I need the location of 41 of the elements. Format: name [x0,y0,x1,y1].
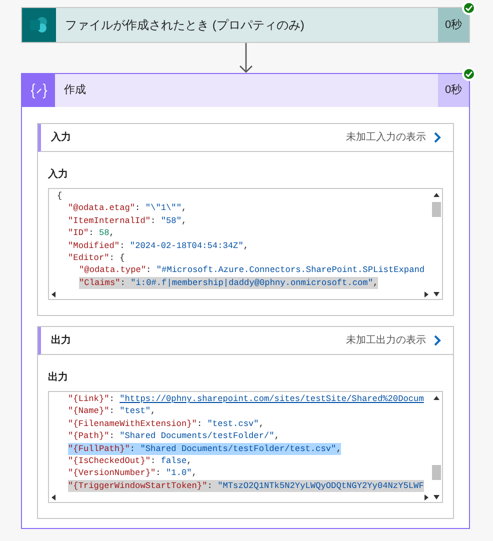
show-raw-link[interactable]: 未加工入力の表示 [346,130,441,145]
scroll-up-icon[interactable] [433,395,440,401]
scroll-right-icon[interactable] [424,494,429,501]
scrollbar-thumb[interactable] [432,202,441,217]
field-label: 出力 [48,370,69,385]
chevron-icon [434,132,441,143]
duration-label: 0秒 [438,74,469,107]
horizontal-scrollbar[interactable] [49,289,442,299]
scroll-down-icon[interactable] [433,494,440,500]
code-line: "{Link}": "https://0phny.sharepoint.com/sites/testSite/Shared%20Docum [68,393,424,406]
code-line: "{FilenameWithExtension}": "test.csv", [68,418,264,430]
trigger-title[interactable]: ファイルが作成されたとき (プロパティのみ) [56,8,438,42]
code-line: "{Path}": "Shared Documents/testFolder/", [68,430,280,443]
code-line: "{VersionNumber}": "1.0", [68,467,197,480]
duration-label: 0秒 [438,8,469,42]
show-raw-link[interactable]: 未加工出力の表示 [346,333,441,348]
horizontal-scrollbar[interactable] [49,492,442,502]
field-label: 入力 [48,168,69,182]
action-title[interactable]: 作成 [55,74,438,107]
scroll-up-icon[interactable] [433,192,440,198]
chevron-icon [434,335,441,346]
code-editor[interactable] [48,188,443,300]
code-line: "Modified": "2024-02-18T04:54:34Z", [68,240,249,252]
scroll-down-icon[interactable] [433,291,440,298]
section-heading: 出力 [51,334,72,348]
scroll-right-icon[interactable] [424,290,429,298]
code-line: { [57,190,62,202]
code-line: "{Name}": "test", [68,405,156,418]
section-heading: 入力 [51,130,72,145]
code-line: "{IsCheckedOut}": false, [68,454,192,468]
code-line: "ItemInternalId": "58", [68,214,187,228]
scrollbar-thumb[interactable] [432,465,441,480]
scroll-left-icon[interactable] [51,290,56,298]
connector-arrow [238,43,252,73]
code-editor[interactable] [48,391,443,503]
code-line: "Editor": { [68,252,125,264]
code-line: "@odata.etag": "\"1\"", [68,202,187,215]
scroll-left-icon[interactable] [51,494,56,501]
code-line: "@odata.type": "#Microsoft.Azure.Connectors.SharePoint.SPListExpand [79,264,425,277]
sharepoint-icon [22,8,56,42]
code-line: "ID": 58, [68,227,114,240]
